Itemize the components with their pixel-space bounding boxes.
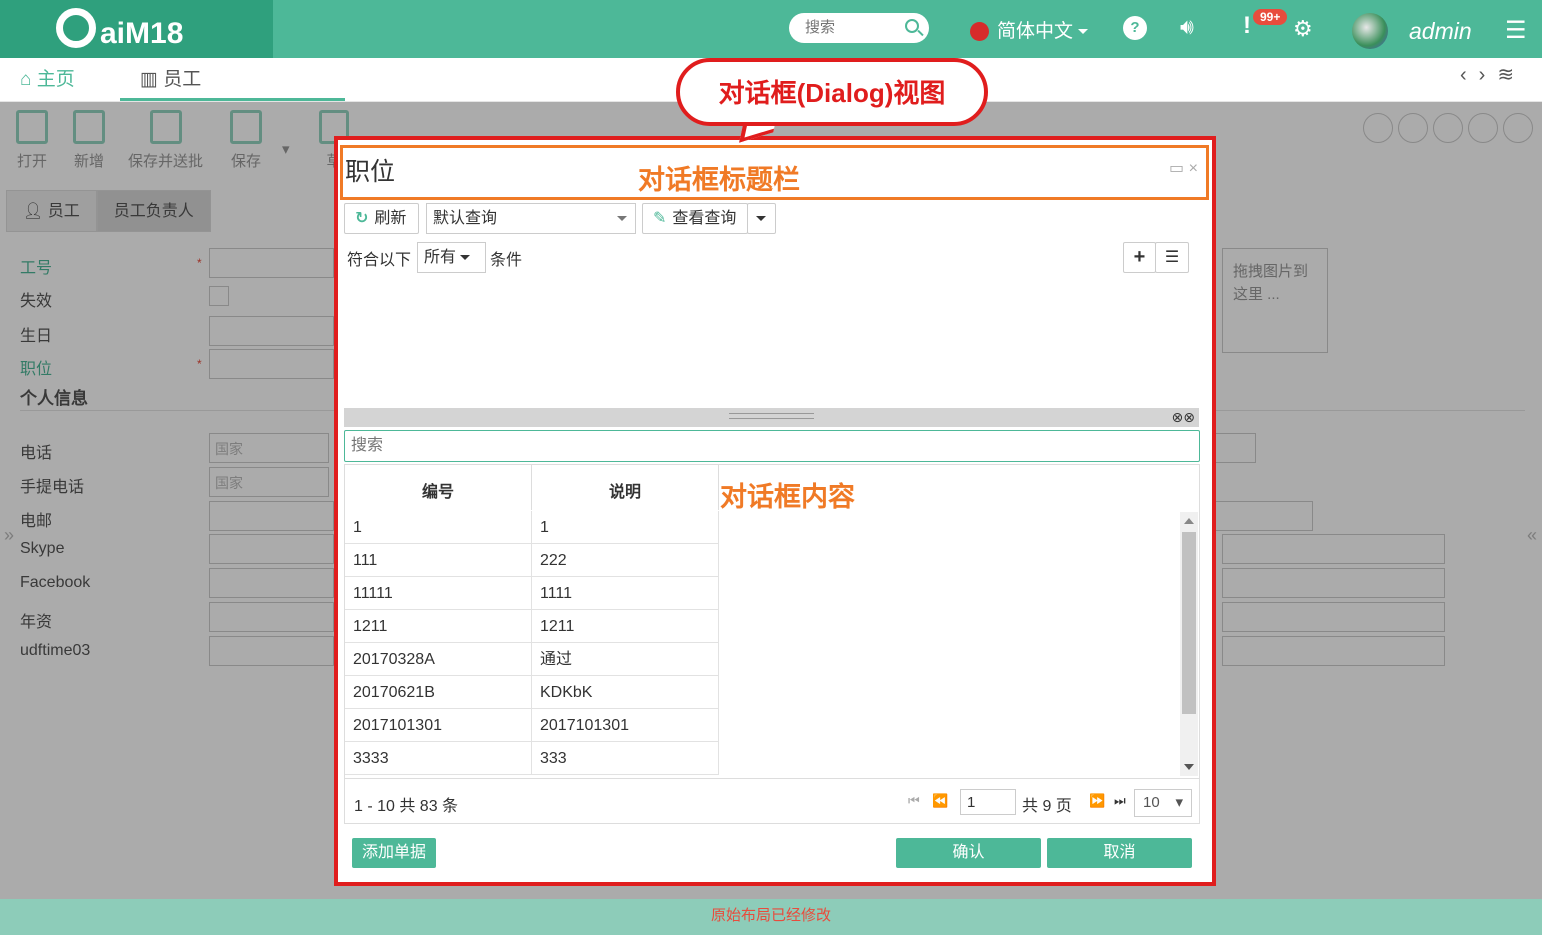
condition-prefix: 符合以下 <box>347 252 412 269</box>
table-row[interactable]: 20170328A 通过 <box>345 643 719 676</box>
view-query-dropdown[interactable] <box>747 203 776 234</box>
confirm-button[interactable]: 确认 <box>896 838 1041 868</box>
chevron-down-icon: ▾ <box>1175 794 1183 811</box>
refresh-icon: ↻ <box>355 210 369 227</box>
menu-list-icon[interactable]: ☰ <box>1505 16 1527 45</box>
table-row[interactable]: 2017101301 2017101301 <box>345 709 719 742</box>
username[interactable]: admin <box>1409 18 1472 45</box>
search-icon[interactable] <box>905 19 919 33</box>
chevron-down-icon <box>617 216 627 221</box>
add-condition-icon[interactable]: + <box>1123 242 1156 273</box>
pagination-info: 1 - 10 共 83 条 <box>354 798 459 815</box>
chevron-down-icon <box>1078 29 1089 35</box>
condition-mode-select[interactable]: 所有 <box>417 242 486 273</box>
logo-icon <box>56 8 96 48</box>
dialog-window-controls: ▭ × <box>1169 158 1198 178</box>
cancel-button[interactable]: 取消 <box>1047 838 1192 868</box>
condition-suffix: 条件 <box>490 252 523 269</box>
scroll-thumb[interactable] <box>1182 532 1196 714</box>
panel-splitter[interactable]: ⊗⊗ <box>344 408 1199 427</box>
avatar[interactable] <box>1352 13 1388 49</box>
pagination: 1 - 10 共 83 条 ⏮ ⏪ 共 9 页 ⏩ ⏭ 10 ▾ <box>344 778 1200 824</box>
edit-icon: ✎ <box>653 210 667 227</box>
settings-gear-icon[interactable]: ⚙ <box>1293 16 1313 42</box>
scroll-down-icon[interactable] <box>1184 764 1194 770</box>
maximize-icon[interactable]: ▭ <box>1169 160 1184 177</box>
global-search-input[interactable] <box>805 13 905 41</box>
add-document-button[interactable]: 添加单据 <box>352 838 436 868</box>
drag-handle[interactable] <box>729 413 814 419</box>
table-row[interactable]: 20170621B KDKbK <box>345 676 719 709</box>
annotation-bubble: 对话框(Dialog)视图 <box>676 58 988 126</box>
top-bar: aiM18 简体中文 ? 🔊︎ ! 99+ ⚙ admin ☰ <box>0 0 1542 58</box>
annotation-title-bar: 对话框标题栏 <box>638 165 800 195</box>
table-row[interactable]: 11 <box>345 511 719 544</box>
notification-badge[interactable]: 99+ <box>1253 9 1288 25</box>
status-footer: 原始布局已经修改 <box>0 899 1542 935</box>
annotation-content: 对话框内容 <box>720 482 855 512</box>
chevron-left-icon[interactable]: ‹ <box>1460 64 1479 86</box>
query-select[interactable]: 默认查询 <box>426 203 636 234</box>
table-row[interactable]: 11111 1111 <box>345 577 719 610</box>
prev-page-icon[interactable]: ⏪ <box>932 793 948 809</box>
global-search[interactable] <box>789 13 929 43</box>
first-page-icon[interactable]: ⏮ <box>908 793 920 809</box>
app-logo[interactable]: aiM18 <box>56 8 183 50</box>
next-page-icon[interactable]: ⏩ <box>1089 793 1105 809</box>
logo-area: aiM18 <box>0 0 273 58</box>
last-page-icon[interactable]: ⏭ <box>1114 793 1126 809</box>
help-icon[interactable]: ? <box>1123 16 1147 40</box>
page-size-select[interactable]: 10 ▾ <box>1134 789 1192 817</box>
view-query-button[interactable]: ✎ 查看查询 <box>642 203 748 234</box>
column-header-code[interactable]: 编号 <box>345 464 532 510</box>
collapse-up-icon[interactable]: ⊗ <box>1183 409 1195 425</box>
chevron-down-icon <box>756 216 766 222</box>
language-selector[interactable]: 简体中文 <box>970 16 1089 43</box>
volume-icon[interactable]: 🔊︎ <box>1180 14 1194 40</box>
table-row[interactable]: 111 222 <box>345 544 719 577</box>
table-row[interactable]: 1211 1211 <box>345 610 719 643</box>
chevron-down-icon <box>460 255 471 261</box>
dialog-title: 职位 <box>345 158 396 186</box>
active-tab-indicator <box>120 98 345 101</box>
tab-navigation[interactable]: ‹›≋ <box>1460 62 1526 87</box>
close-icon[interactable]: × <box>1189 160 1198 177</box>
page-number-input[interactable] <box>960 789 1016 815</box>
chevron-right-icon[interactable]: › <box>1479 64 1498 86</box>
home-icon: ⌂ <box>20 69 32 90</box>
refresh-button[interactable]: ↻ 刷新 <box>344 203 419 234</box>
tab-employee[interactable]: ▥ 员工 <box>140 64 201 91</box>
books-icon: ▥ <box>140 69 158 90</box>
layers-icon[interactable]: ≋ <box>1497 64 1526 86</box>
dialog-search-input[interactable] <box>344 430 1200 462</box>
table-row[interactable]: 3333 333 <box>345 742 719 775</box>
total-pages: 共 9 页 <box>1022 798 1072 815</box>
list-ordered-icon[interactable]: ☰ <box>1155 242 1189 273</box>
alert-icon[interactable]: ! <box>1243 12 1251 40</box>
grid-scrollbar[interactable] <box>1180 512 1198 776</box>
tab-home[interactable]: ⌂ 主页 <box>20 64 75 91</box>
column-header-description[interactable]: 说明 <box>532 464 719 510</box>
collapse-down-icon[interactable]: ⊗ <box>1172 409 1184 425</box>
china-flag-icon <box>970 22 989 42</box>
language-label: 简体中文 <box>997 21 1074 42</box>
scroll-up-icon[interactable] <box>1184 518 1194 524</box>
